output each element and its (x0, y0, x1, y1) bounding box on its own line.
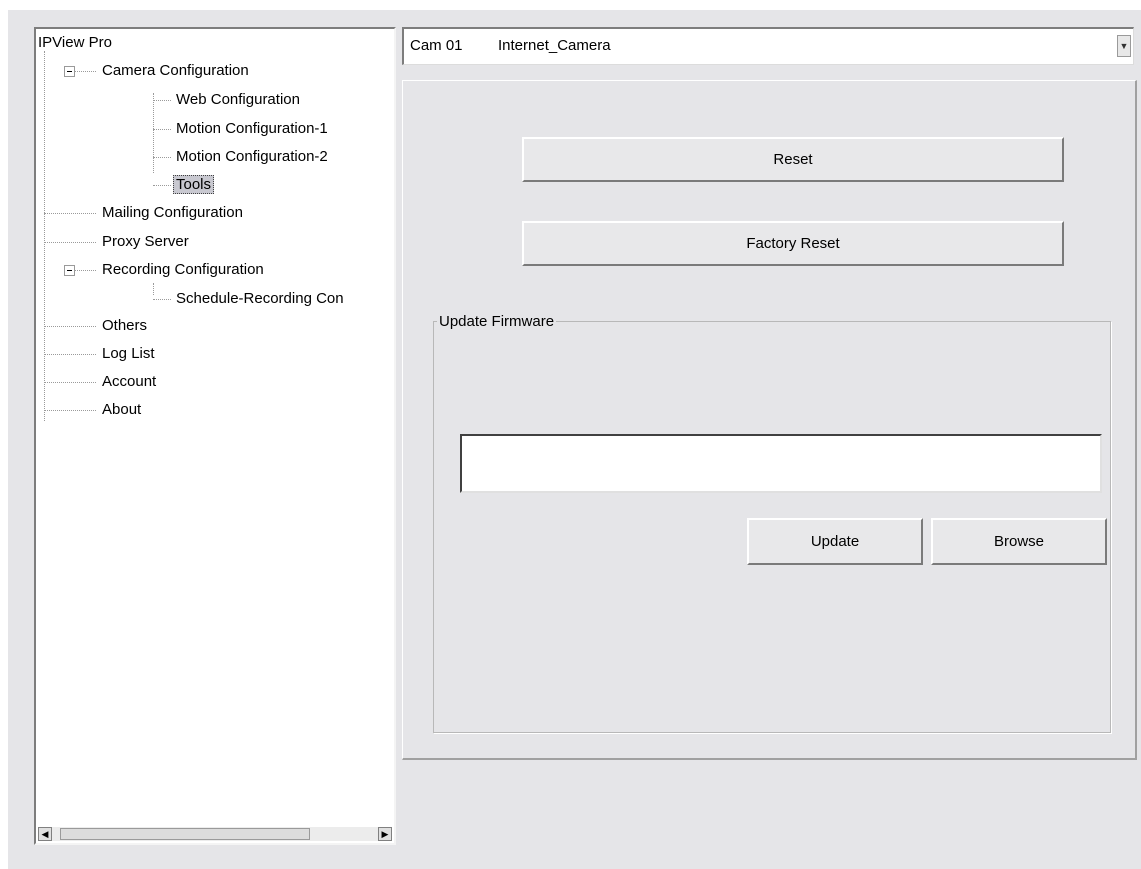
update-firmware-title: Update Firmware (437, 313, 557, 331)
factory-reset-button[interactable]: Factory Reset (522, 221, 1064, 266)
tree-item-camera-configuration[interactable]: Camera Configuration (102, 61, 249, 83)
scrollbar-thumb[interactable] (60, 828, 310, 840)
scroll-right-icon[interactable]: ▶ (378, 827, 392, 841)
tree-root[interactable]: IPView Pro (38, 33, 112, 55)
tree-item-motion-configuration-2[interactable]: Motion Configuration-2 (176, 147, 328, 169)
tree-item-proxy-server[interactable]: Proxy Server (102, 232, 189, 254)
tree-connector (153, 283, 154, 295)
camera-name: Internet_Camera (498, 37, 611, 54)
scroll-left-icon[interactable]: ◀ (38, 827, 52, 841)
app-window: IPView Pro Camera Configuration Web Conf… (8, 10, 1141, 869)
camera-id: Cam 01 (410, 37, 463, 54)
tools-panel: Reset Factory Reset Update Firmware Upda… (402, 80, 1137, 760)
tree-item-schedule-recording[interactable]: Schedule-Recording Con (176, 289, 344, 311)
tree-item-tools[interactable]: Tools (173, 175, 215, 197)
collapse-icon[interactable] (64, 66, 75, 77)
tree-connector (44, 51, 45, 421)
tree-item-others[interactable]: Others (102, 316, 147, 338)
tree-item-motion-configuration-1[interactable]: Motion Configuration-1 (176, 119, 328, 141)
browse-button[interactable]: Browse (931, 518, 1107, 565)
update-button[interactable]: Update (747, 518, 923, 565)
camera-select[interactable]: Cam 01 Internet_Camera ▼ (402, 27, 1134, 65)
tree-item-recording-configuration[interactable]: Recording Configuration (102, 260, 264, 282)
tree-item-web-configuration[interactable]: Web Configuration (176, 90, 300, 112)
collapse-icon[interactable] (64, 265, 75, 276)
tree-item-about[interactable]: About (102, 400, 141, 422)
tree-item-tools-label: Tools (173, 175, 215, 194)
navigation-tree[interactable]: IPView Pro Camera Configuration Web Conf… (34, 27, 396, 845)
tree-item-mailing-configuration[interactable]: Mailing Configuration (102, 203, 243, 225)
horizontal-scrollbar[interactable]: ◀ ▶ (38, 827, 392, 841)
reset-button[interactable]: Reset (522, 137, 1064, 182)
tree-connector (153, 93, 154, 173)
firmware-path-input[interactable] (460, 434, 1102, 493)
chevron-down-icon[interactable]: ▼ (1117, 35, 1131, 57)
tree-item-log-list[interactable]: Log List (102, 344, 155, 366)
tree-item-account[interactable]: Account (102, 372, 156, 394)
